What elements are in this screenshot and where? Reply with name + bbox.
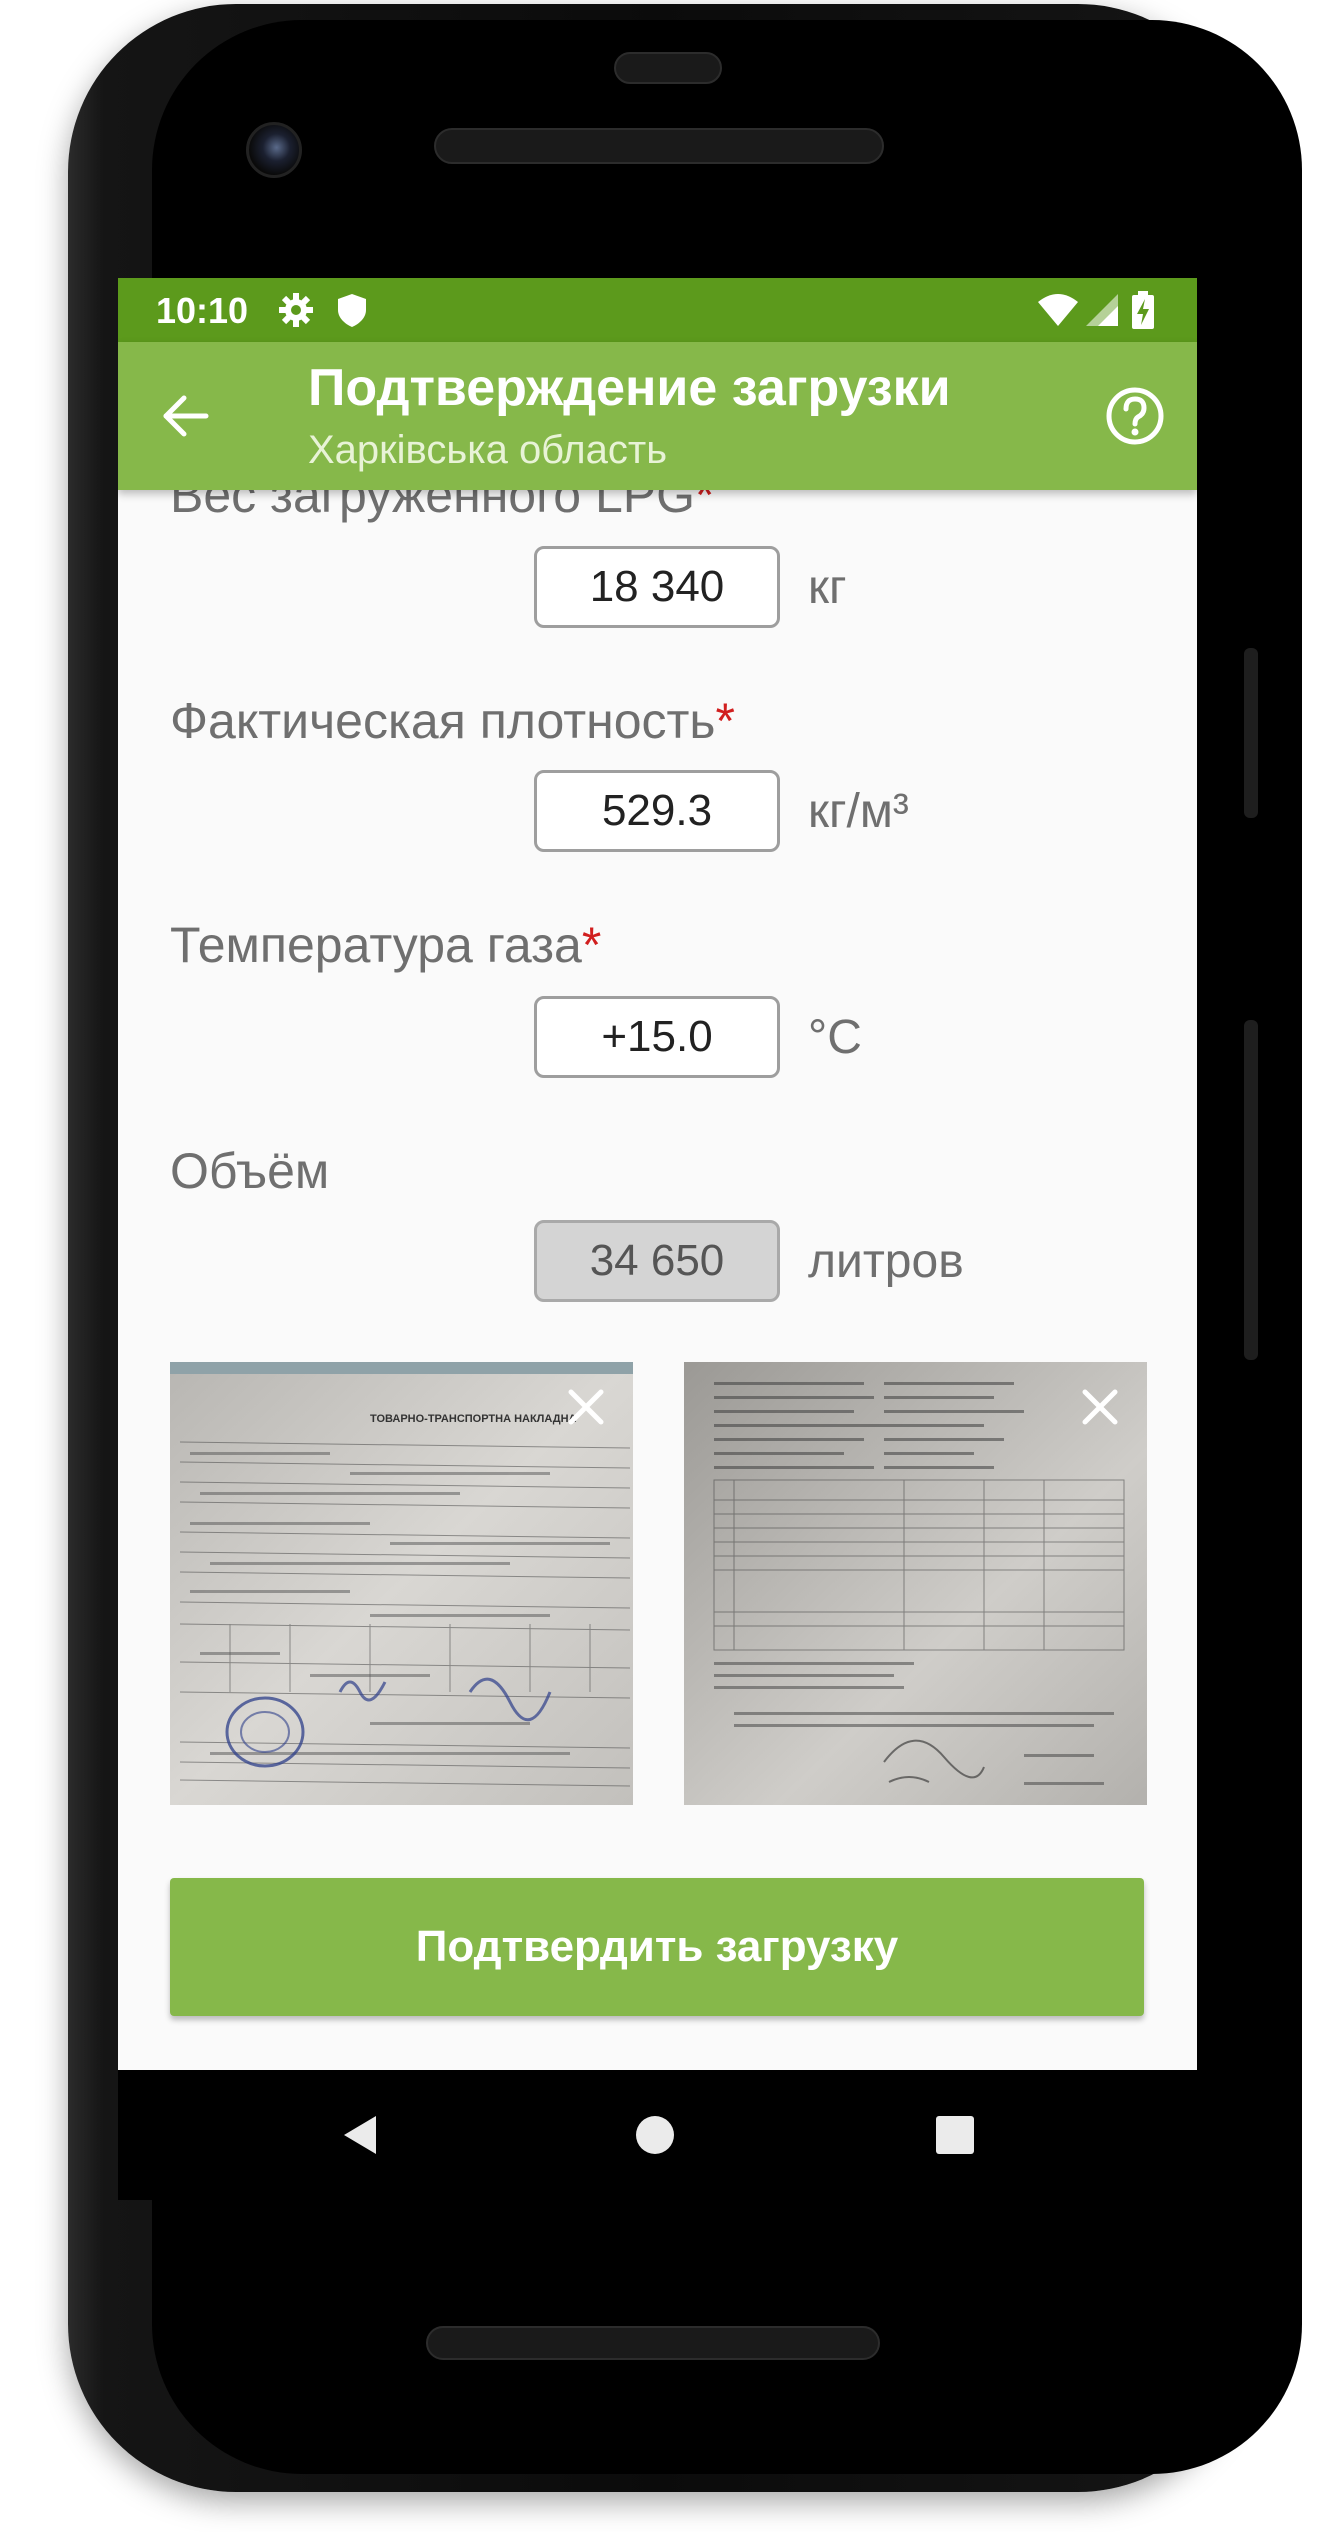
weight-unit: кг [808,561,847,614]
waybill-heading: ТОВАРНО-ТРАНСПОРТНА НАКЛАДНА [370,1413,577,1425]
volume-unit: литров [808,1235,964,1288]
temperature-input[interactable]: +15.0 [534,996,780,1078]
power-button [1244,1020,1258,1360]
weight-input[interactable]: 18 340 [534,546,780,628]
status-time: 10:10 [156,290,249,331]
close-icon[interactable] [1073,1380,1127,1434]
page-subtitle: Харківська область [308,428,668,472]
system-nav-bar [118,2070,1197,2200]
bottom-speaker [426,2326,880,2360]
arrow-back-icon[interactable] [156,386,216,446]
temperature-unit: °C [808,1011,862,1064]
top-speaker [434,128,884,164]
density-unit: кг/м³ [808,785,909,838]
required-mark: * [715,693,735,749]
wifi-icon [1038,294,1078,326]
confirm-loading-button[interactable]: Подтвердить загрузку [170,1878,1144,2016]
waybill-photo[interactable]: ТОВАРНО-ТРАНСПОРТНА НАКЛАДНА [170,1362,633,1805]
help-circle-icon[interactable] [1103,384,1167,448]
top-notch [614,52,722,84]
app-screen: Вес загруженного LPG* 18 340 кг Фактичес… [118,278,1197,2070]
temperature-label: Температура газа* [170,916,601,974]
form-content[interactable]: Вес загруженного LPG* 18 340 кг Фактичес… [118,278,1197,2070]
volume-label: Объём [170,1143,330,1199]
volume-input: 34 650 [534,1220,780,1302]
required-mark: * [581,917,602,973]
quality-certificate-photo[interactable] [684,1362,1147,1805]
density-input[interactable]: 529.3 [534,770,780,852]
status-bar: 10:10 [118,278,1197,342]
back-triangle-icon[interactable] [336,2110,386,2160]
density-label-text: Фактическая плотность [170,693,716,749]
battery-charging-icon [1132,291,1154,329]
gear-icon [279,293,313,327]
shield-icon [338,294,366,327]
recents-square-icon[interactable] [930,2110,980,2160]
home-circle-icon[interactable] [630,2110,680,2160]
page-title: Подтверждение загрузки [308,359,951,417]
temperature-label-text: Температура газа [170,917,582,973]
close-icon[interactable] [559,1380,613,1434]
front-camera [246,122,302,178]
signal-icon [1086,294,1118,326]
density-label: Фактическая плотность* [170,692,735,750]
app-bar: Подтверждение загрузки Харківська област… [118,342,1197,490]
volume-button [1244,648,1258,818]
